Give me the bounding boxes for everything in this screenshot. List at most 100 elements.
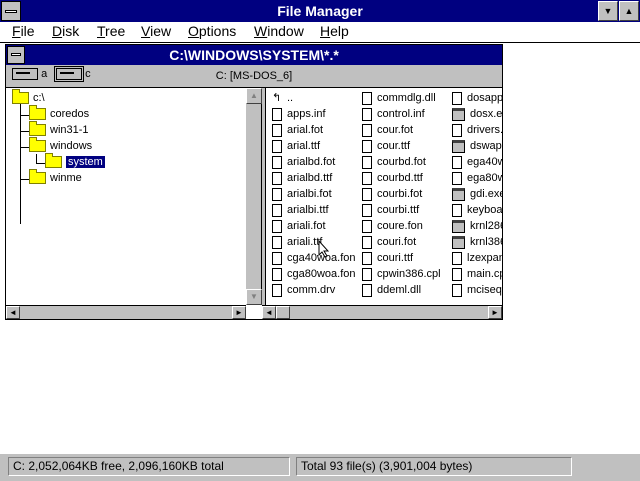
tree-scroll-right-button[interactable]: ► (232, 306, 246, 319)
menu-help[interactable]: Help (320, 23, 349, 39)
file-item[interactable]: cour.ttf (362, 138, 410, 154)
minimize-button[interactable]: ▼ (598, 1, 618, 21)
directory-window-title-bar[interactable]: C:\WINDOWS\SYSTEM\*.* (6, 45, 502, 65)
scroll-up-button[interactable]: ▲ (246, 88, 262, 104)
tree-vertical-scrollbar[interactable]: ▲ ▼ (246, 88, 262, 305)
menu-options[interactable]: Options (188, 23, 236, 39)
file-name: ega80w (467, 172, 502, 184)
document-file-icon (452, 91, 462, 105)
file-item[interactable]: ↰.. (272, 90, 293, 106)
files-scroll-right-button[interactable]: ► (488, 306, 502, 319)
file-name: comm.drv (287, 284, 336, 296)
document-file-icon (362, 251, 372, 265)
parent-directory-icon: ↰ (272, 91, 282, 104)
document-file-icon (362, 203, 372, 217)
file-item[interactable]: arial.ttf (272, 138, 320, 154)
scroll-down-button[interactable]: ▼ (246, 289, 262, 305)
menu-window[interactable]: Window (254, 23, 304, 39)
file-item[interactable]: main.cp (452, 266, 502, 282)
document-file-icon (362, 107, 372, 121)
file-item[interactable]: cga80woa.fon (272, 266, 356, 282)
folder-icon (29, 137, 46, 153)
file-item[interactable]: dosx.exe (452, 106, 502, 122)
file-item[interactable]: arialbd.fot (272, 154, 335, 170)
tree-horizontal-scrollbar[interactable]: ◄ ► (6, 305, 246, 319)
tree-node-root[interactable]: c:\ (12, 89, 45, 106)
files-scroll-thumb[interactable] (276, 306, 290, 319)
file-list[interactable]: ↰.. apps.inf arial.fot arial.ttf arialbd.fot… (266, 88, 502, 305)
app-title-bar[interactable]: File Manager ▼ ▲ (0, 0, 640, 22)
tree-node-win31-1[interactable]: win31-1 (29, 121, 89, 138)
file-item[interactable]: mciseq. (452, 282, 502, 298)
file-item[interactable]: couri.fot (362, 234, 416, 250)
document-file-icon (272, 219, 282, 233)
file-item[interactable]: krnl286. (452, 218, 502, 234)
file-item[interactable]: dosapp. (452, 90, 502, 106)
file-item[interactable]: coure.fon (362, 218, 423, 234)
file-item[interactable]: control.inf (362, 106, 425, 122)
file-item[interactable]: courbi.fot (362, 186, 422, 202)
file-item[interactable]: ariali.ttf (272, 234, 322, 250)
files-horizontal-scrollbar[interactable]: ◄ ► (262, 305, 502, 319)
tree-node-winme[interactable]: winme (29, 169, 82, 186)
file-name: couri.ttf (377, 252, 414, 264)
tree-scroll-left-button[interactable]: ◄ (6, 306, 20, 319)
file-item[interactable]: ariali.fot (272, 218, 326, 234)
folder-icon (29, 169, 46, 185)
files-scroll-left-button[interactable]: ◄ (262, 306, 276, 319)
file-item[interactable]: cour.fot (362, 122, 413, 138)
document-file-icon (272, 203, 282, 217)
file-name: dosx.exe (470, 108, 502, 120)
file-item[interactable]: krnl386. (452, 234, 502, 250)
file-name: control.inf (377, 108, 425, 120)
file-item[interactable]: arial.fot (272, 122, 323, 138)
file-item[interactable]: ega40w (452, 154, 502, 170)
file-item[interactable]: gdi.exe (452, 186, 502, 202)
file-item[interactable]: ega80w (452, 170, 502, 186)
document-file-icon (362, 219, 372, 233)
file-item[interactable]: comm.drv (272, 282, 335, 298)
status-bar: C: 2,052,064KB free, 2,096,160KB total T… (0, 453, 640, 481)
file-name: courbi.fot (377, 188, 423, 200)
menu-disk[interactable]: Disk (52, 23, 79, 39)
file-item[interactable]: couri.ttf (362, 250, 413, 266)
file-total-status: Total 93 file(s) (3,901,004 bytes) (296, 457, 572, 476)
tree-node-windows[interactable]: windows (29, 137, 92, 154)
file-name: dosapp. (467, 92, 502, 104)
file-name: cga80woa.fon (287, 268, 356, 280)
file-item[interactable]: commdlg.dll (362, 90, 436, 106)
file-item[interactable]: ddeml.dll (362, 282, 421, 298)
file-item[interactable]: dswap.e (452, 138, 502, 154)
document-file-icon (362, 139, 372, 153)
menu-tree[interactable]: Tree (97, 23, 125, 39)
file-item[interactable]: courbd.fot (362, 154, 426, 170)
file-item[interactable]: keyboar (452, 202, 502, 218)
directory-tree[interactable]: c:\ coredos win31-1 windows system winme (6, 88, 247, 305)
file-item[interactable]: cpwin386.cpl (362, 266, 441, 282)
file-item[interactable]: arialbi.fot (272, 186, 332, 202)
file-item[interactable]: arialbd.ttf (272, 170, 332, 186)
file-item[interactable]: courbd.ttf (362, 170, 423, 186)
file-name: dswap.e (470, 140, 502, 152)
maximize-button[interactable]: ▲ (619, 1, 639, 21)
document-file-icon (362, 187, 372, 201)
file-name: main.cp (467, 268, 502, 280)
file-name: gdi.exe (470, 188, 502, 200)
document-file-icon (452, 171, 462, 185)
tree-node-coredos[interactable]: coredos (29, 105, 89, 122)
file-item[interactable]: cga40woa.fon (272, 250, 356, 266)
file-item[interactable]: courbi.ttf (362, 202, 419, 218)
file-name: courbi.ttf (377, 204, 420, 216)
file-item[interactable]: drivers. (452, 122, 502, 138)
file-item[interactable]: apps.inf (272, 106, 326, 122)
menu-file[interactable]: File (12, 23, 35, 39)
file-name: arialbd.ttf (287, 172, 333, 184)
program-file-icon (452, 235, 465, 249)
menu-view[interactable]: View (141, 23, 171, 39)
file-item[interactable]: lzexpand (452, 250, 502, 266)
tree-node-system[interactable]: system (45, 153, 105, 170)
document-file-icon (362, 155, 372, 169)
file-name: cour.ttf (377, 140, 411, 152)
file-item[interactable]: arialbi.ttf (272, 202, 329, 218)
file-name: arialbi.fot (287, 188, 332, 200)
